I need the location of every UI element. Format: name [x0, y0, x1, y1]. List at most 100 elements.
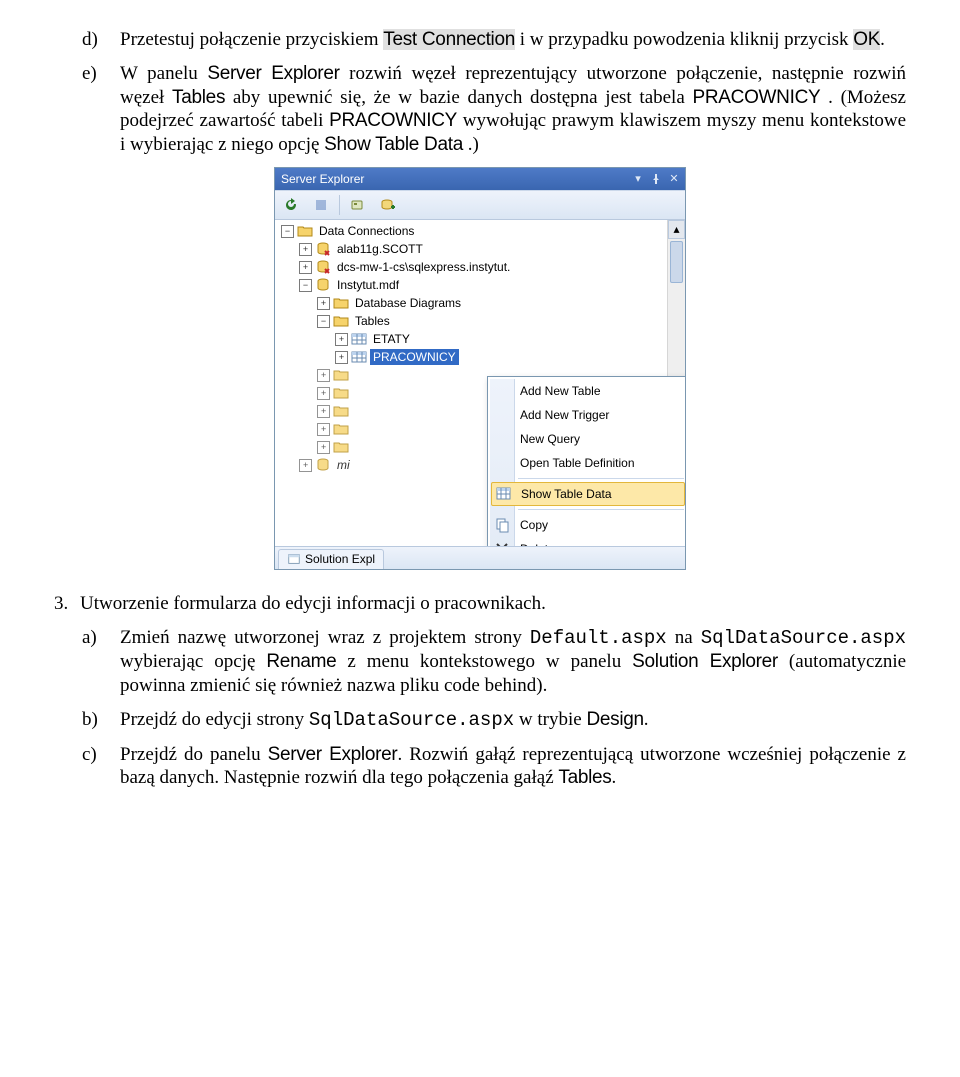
menu-item[interactable]: Copy [490, 513, 685, 537]
menu-item[interactable]: Add New Table [490, 379, 685, 403]
collapse-icon[interactable]: − [317, 315, 330, 328]
tree-node[interactable]: +Database Diagrams [275, 294, 685, 312]
dropdown-icon[interactable]: ▾ [631, 172, 645, 186]
table-icon [351, 331, 367, 347]
text: Przetestuj połączenie przyciskiem [120, 29, 383, 50]
tab-solution-explorer[interactable]: Solution Expl [278, 549, 384, 569]
tree-node-label [352, 374, 358, 376]
expand-icon[interactable]: + [335, 333, 348, 346]
expand-icon[interactable]: + [299, 243, 312, 256]
expand-icon[interactable]: + [317, 387, 330, 400]
folder-icon [297, 223, 313, 239]
scroll-thumb[interactable] [670, 241, 683, 283]
list-item-b: Przejdź do edycji strony SqlDataSource.a… [54, 708, 906, 733]
expand-icon[interactable]: + [317, 405, 330, 418]
ui-term-test-connection: Test Connection [383, 29, 515, 50]
text: aby upewnić się, że w bazie danych dostę… [233, 87, 693, 108]
text: . [644, 709, 649, 730]
tree-node[interactable]: + dcs-mw-1-cs\sqlexpress.instytut. [275, 258, 685, 276]
code: Default.aspx [530, 627, 667, 649]
db-err-icon [315, 241, 331, 257]
ui-term-ok: OK [853, 29, 880, 50]
tree-node[interactable]: − Instytut.mdf [275, 276, 685, 294]
text: z menu kontekstowego w panelu [347, 651, 632, 672]
db-icon [315, 277, 331, 293]
folder-icon [333, 385, 349, 401]
ui-term-server-explorer: Server Explorer [268, 744, 398, 765]
panel-titlebar[interactable]: Server Explorer ▾ ✕ [275, 168, 685, 190]
expand-icon[interactable]: + [317, 441, 330, 454]
menu-item-label: Add New Table [520, 384, 601, 398]
folder-icon [333, 403, 349, 419]
ui-term-pracownicy: PRACOWNICY [329, 110, 457, 131]
db-icon [315, 457, 331, 473]
text: W panelu [120, 63, 207, 84]
tree-node[interactable]: + PRACOWNICY [275, 348, 685, 366]
tree-node[interactable]: + alab11g.SCOTT [275, 240, 685, 258]
code: SqlDataSource.aspx [701, 627, 906, 649]
text: . [612, 767, 617, 788]
folder-icon [333, 295, 349, 311]
ui-term-tables: Tables [558, 767, 611, 788]
refresh-button[interactable] [279, 193, 303, 217]
tree-node-label: alab11g.SCOTT [334, 241, 426, 257]
list-item-c: Przejdź do panelu Server Explorer. Rozwi… [54, 743, 906, 791]
ui-term-server-explorer: Server Explorer [207, 63, 339, 84]
table-icon [351, 349, 367, 365]
tree-node-label: PRACOWNICY [370, 349, 459, 365]
expand-icon[interactable]: + [299, 261, 312, 274]
tree-node-label: dcs-mw-1-cs\sqlexpress.instytut. [334, 259, 513, 275]
expand-icon[interactable]: + [317, 369, 330, 382]
expand-icon[interactable]: + [317, 297, 330, 310]
menu-item-label: Delete [520, 542, 555, 546]
menu-item-label: New Query [520, 432, 580, 446]
menu-item[interactable]: Show Table Data [491, 482, 685, 506]
panel-title: Server Explorer [281, 168, 364, 190]
pin-icon[interactable] [649, 172, 663, 186]
tree-view[interactable]: ▴ ▾ −Data Connections+alab11g.SCOTT+dcs-… [275, 220, 685, 546]
tree-node-label [352, 428, 358, 430]
tree-node[interactable]: − Data Connections [275, 222, 685, 240]
blank-icon [493, 430, 511, 448]
text: Utworzenie formularza do edycji informac… [80, 593, 546, 614]
menu-item-label: Open Table Definition [520, 456, 635, 470]
menu-item-label: Copy [520, 518, 548, 532]
scroll-up-icon[interactable]: ▴ [668, 220, 685, 239]
copy-icon [493, 516, 511, 534]
list-item-a: Zmień nazwę utworzonej wraz z projektem … [54, 626, 906, 698]
folder-icon [333, 439, 349, 455]
menu-item-label: Show Table Data [521, 487, 612, 501]
menu-item[interactable]: New Query [490, 427, 685, 451]
tree-node-label: Data Connections [316, 223, 417, 239]
close-icon[interactable]: ✕ [667, 172, 681, 186]
tree-node-label: ETATY [370, 331, 413, 347]
section-3-heading: Utworzenie formularza do edycji informac… [54, 592, 906, 616]
db-err-icon [315, 259, 331, 275]
text: . [880, 29, 885, 50]
add-connection-button[interactable] [376, 193, 400, 217]
expand-icon[interactable]: + [335, 351, 348, 364]
menu-separator [518, 509, 684, 510]
panel-tabbar: Solution Expl [275, 546, 685, 569]
context-menu: Add New Table Add New Trigger New Query Ope… [487, 376, 685, 546]
stop-button[interactable] [309, 193, 333, 217]
text: Zmień nazwę utworzonej wraz z projektem … [120, 627, 530, 648]
menu-item[interactable]: Add New Trigger [490, 403, 685, 427]
tree-node-label [352, 410, 358, 412]
menu-item[interactable]: Delete [490, 537, 685, 546]
connect-server-button[interactable] [346, 193, 370, 217]
server-explorer-panel: Server Explorer ▾ ✕ [274, 167, 686, 570]
tree-node[interactable]: −Tables [275, 312, 685, 330]
menu-item[interactable]: Open Table Definition [490, 451, 685, 475]
tree-node[interactable]: + ETATY [275, 330, 685, 348]
text: w trybie [519, 709, 587, 730]
collapse-icon[interactable]: − [299, 279, 312, 292]
text: wybierając opcję [120, 651, 266, 672]
expand-icon[interactable]: + [299, 459, 312, 472]
screenshot-figure: Server Explorer ▾ ✕ [54, 167, 906, 570]
expand-icon[interactable]: + [317, 423, 330, 436]
tree-node-label: mi [334, 457, 353, 473]
folder-icon [333, 421, 349, 437]
tree-node-label: Instytut.mdf [334, 277, 402, 293]
collapse-icon[interactable]: − [281, 225, 294, 238]
